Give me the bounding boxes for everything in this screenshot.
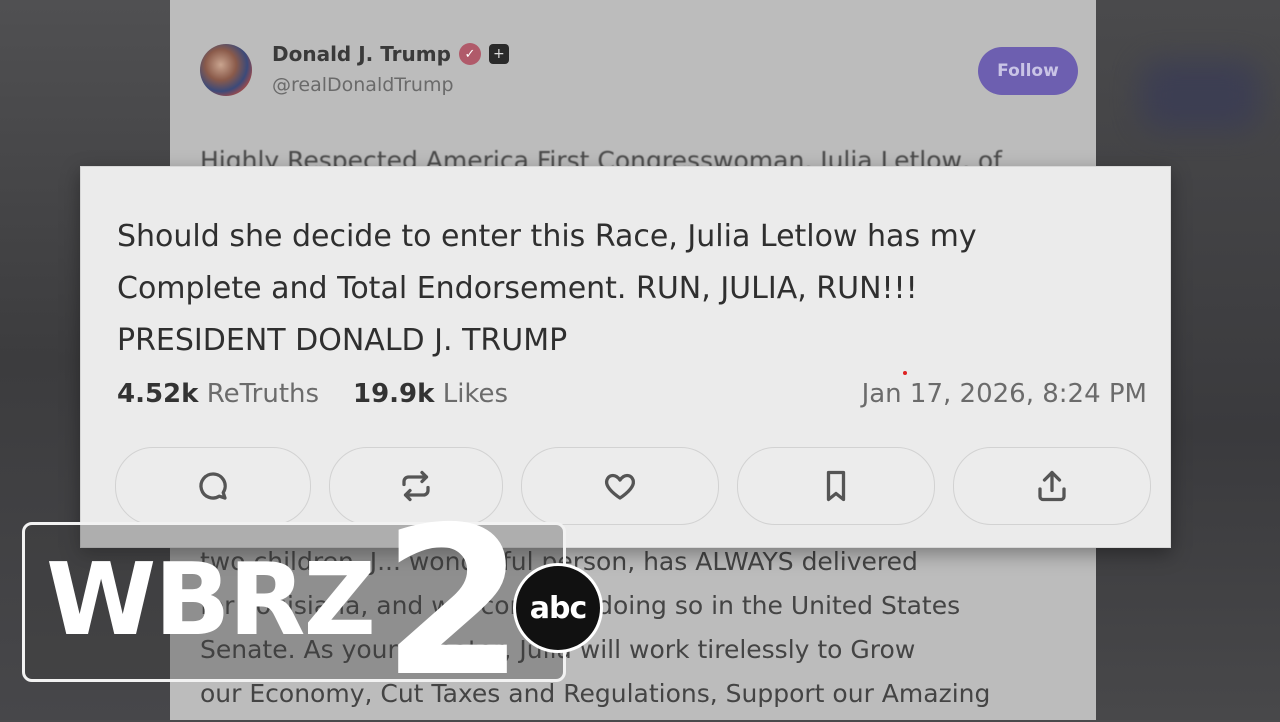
likes-count: 19.9k: [353, 379, 435, 409]
post-timestamp[interactable]: Jan 17, 2026, 8:24 PM: [862, 379, 1147, 409]
author-info: Donald J. Trump ✓ + @realDonaldTrump: [272, 42, 509, 96]
reply-button[interactable]: [115, 447, 311, 525]
like-button[interactable]: [521, 447, 719, 525]
reply-icon: [199, 472, 227, 500]
red-dot: [903, 371, 907, 375]
share-button[interactable]: [953, 447, 1151, 525]
zoomed-post-callout: Should she decide to enter this Race, Ju…: [80, 166, 1171, 548]
avatar[interactable]: [200, 44, 252, 96]
background-blur-shape: [1140, 60, 1260, 130]
verified-badge-icon: ✓: [458, 43, 481, 65]
bookmark-icon: [826, 470, 846, 502]
retruths-stat[interactable]: 4.52k ReTruths: [117, 379, 319, 409]
retruths-count: 4.52k: [117, 379, 199, 409]
post-stats: 4.52k ReTruths 19.9k Likes Jan 17, 2026,…: [117, 379, 1147, 419]
likes-stat[interactable]: 19.9k Likes: [353, 379, 508, 409]
follow-button[interactable]: Follow: [978, 47, 1078, 95]
station-logo-text: WBRZ: [46, 541, 376, 658]
author-name[interactable]: Donald J. Trump: [272, 42, 451, 66]
abc-network-logo: abc: [513, 563, 603, 653]
heart-icon: [605, 473, 635, 500]
callout-line: Complete and Total Endorsement. RUN, JUL…: [117, 271, 918, 306]
callout-line: Should she decide to enter this Race, Ju…: [117, 219, 977, 254]
retruths-label: ReTruths: [206, 379, 320, 409]
likes-label: Likes: [442, 379, 509, 409]
plus-badge-icon: +: [488, 44, 509, 64]
station-logo-number: 2: [382, 484, 525, 722]
author-handle[interactable]: @realDonaldTrump: [272, 74, 509, 96]
callout-text: Should she decide to enter this Race, Ju…: [117, 211, 1137, 367]
share-icon: [1038, 470, 1066, 502]
author-name-row: Donald J. Trump ✓ +: [272, 42, 509, 66]
bookmark-button[interactable]: [737, 447, 935, 525]
author-row: Donald J. Trump ✓ + @realDonaldTrump: [200, 42, 509, 102]
callout-line: PRESIDENT DONALD J. TRUMP: [117, 323, 568, 358]
